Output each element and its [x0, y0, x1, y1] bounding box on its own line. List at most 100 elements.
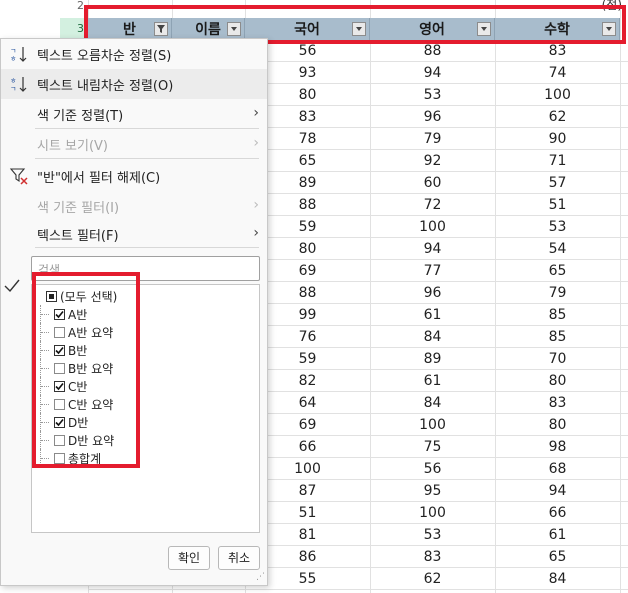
filter-list-item[interactable]: B반: [40, 341, 87, 359]
resize-grip-icon[interactable]: ⋰: [256, 572, 265, 582]
table-cell[interactable]: 85: [495, 304, 620, 326]
table-cell[interactable]: 98: [495, 436, 620, 458]
filter-list-item[interactable]: A반 요약: [40, 323, 113, 341]
menu-item[interactable]: 텍스트 필터(F) ›: [1, 219, 267, 249]
filter-list-label: (모두 선택): [60, 289, 118, 304]
table-cell[interactable]: 83: [370, 546, 495, 568]
table-cell[interactable]: 83: [495, 392, 620, 414]
table-cell[interactable]: 54: [495, 238, 620, 260]
table-cell[interactable]: 53: [495, 216, 620, 238]
table-cell[interactable]: 95: [370, 480, 495, 502]
cancel-button[interactable]: 취소: [218, 546, 260, 570]
menu-item: 색 기준 필터(I) ›: [1, 191, 267, 221]
checkbox-unchecked-icon[interactable]: [54, 362, 65, 374]
menu-item[interactable]: ㄱㅎ 텍스트 오름차순 정렬(S): [1, 39, 267, 69]
table-cell[interactable]: 80: [495, 370, 620, 392]
filter-list-item[interactable]: C반 요약: [40, 395, 113, 413]
checkbox-partial-icon[interactable]: [46, 290, 57, 302]
table-cell[interactable]: 88: [370, 40, 495, 62]
table-cell[interactable]: 66: [495, 502, 620, 524]
filter-list-item[interactable]: (모두 선택): [46, 287, 117, 305]
table-cell[interactable]: 84: [370, 326, 495, 348]
table-cell[interactable]: 79: [370, 128, 495, 150]
filter-dropdown-icon[interactable]: [477, 22, 491, 36]
table-cell[interactable]: 51: [495, 194, 620, 216]
filter-list-label: B반: [68, 343, 88, 358]
filter-list-item[interactable]: C반: [40, 377, 87, 395]
table-cell[interactable]: 80: [495, 414, 620, 436]
table-cell[interactable]: 57: [495, 172, 620, 194]
table-cell[interactable]: 94: [495, 480, 620, 502]
menu-item[interactable]: ㅎㄱ 텍스트 내림차순 정렬(O): [1, 69, 267, 99]
table-cell[interactable]: 65: [495, 546, 620, 568]
table-cell[interactable]: 100: [370, 414, 495, 436]
checkmark-icon: [4, 279, 20, 293]
checkbox-unchecked-icon[interactable]: [54, 434, 65, 446]
table-cell[interactable]: 96: [370, 282, 495, 304]
row-header-3[interactable]: 3: [60, 18, 88, 40]
filter-active-icon[interactable]: [154, 22, 168, 36]
checkbox-checked-icon[interactable]: [54, 380, 65, 392]
filter-dropdown-icon[interactable]: [602, 22, 616, 36]
table-cell[interactable]: 53: [370, 524, 495, 546]
search-input[interactable]: 검색: [31, 256, 260, 281]
table-cell[interactable]: 72: [370, 194, 495, 216]
table-cell[interactable]: 96: [370, 106, 495, 128]
checkbox-unchecked-icon[interactable]: [54, 452, 65, 464]
table-cell[interactable]: 100: [495, 84, 620, 106]
table-cell[interactable]: 61: [370, 304, 495, 326]
checkbox-checked-icon[interactable]: [54, 416, 65, 428]
table-cell[interactable]: 70: [495, 348, 620, 370]
table-cell[interactable]: 94: [370, 62, 495, 84]
table-cell[interactable]: 85: [495, 326, 620, 348]
table-cell[interactable]: 74: [495, 62, 620, 84]
table-cell[interactable]: 84: [495, 568, 620, 590]
table-cell[interactable]: 71: [495, 150, 620, 172]
checkbox-unchecked-icon[interactable]: [54, 326, 65, 338]
table-cell[interactable]: 79: [495, 282, 620, 304]
filter-list-label: C반 요약: [68, 397, 114, 412]
header-cell[interactable]: 영어: [370, 18, 495, 40]
table-cell[interactable]: 84: [370, 392, 495, 414]
filter-list-item[interactable]: D반: [40, 413, 88, 431]
chevron-right-icon: ›: [253, 197, 259, 213]
header-cell[interactable]: 이름: [172, 18, 245, 40]
table-cell[interactable]: 53: [370, 84, 495, 106]
filter-list-item[interactable]: 총합계: [40, 449, 101, 467]
table-cell[interactable]: 62: [370, 568, 495, 590]
table-cell[interactable]: 90: [495, 128, 620, 150]
table-cell[interactable]: 89: [370, 348, 495, 370]
table-cell[interactable]: 68: [495, 458, 620, 480]
table-cell[interactable]: 65: [495, 260, 620, 282]
menu-item[interactable]: "반"에서 필터 해제(C): [1, 161, 267, 191]
table-cell[interactable]: 100: [370, 502, 495, 524]
table-cell[interactable]: 83: [495, 40, 620, 62]
table-cell[interactable]: 62: [495, 106, 620, 128]
table-cell[interactable]: 60: [370, 172, 495, 194]
table-cell[interactable]: 94: [370, 238, 495, 260]
table-cell[interactable]: 92: [370, 150, 495, 172]
table-cell[interactable]: 61: [370, 370, 495, 392]
checkbox-checked-icon[interactable]: [54, 308, 65, 320]
filter-list-item[interactable]: D반 요약: [40, 431, 114, 449]
table-cell[interactable]: 77: [370, 260, 495, 282]
header-cell[interactable]: 국어: [245, 18, 370, 40]
filter-list-item[interactable]: A반: [40, 305, 87, 323]
table-cell[interactable]: 61: [495, 524, 620, 546]
header-cell[interactable]: 반: [88, 18, 172, 40]
autofilter-dropdown[interactable]: ㄱㅎ 텍스트 오름차순 정렬(S) ㅎㄱ 텍스트 내림차순 정렬(O) 색 기준 정렬(…: [0, 38, 268, 586]
filter-list-item[interactable]: B반 요약: [40, 359, 113, 377]
table-cell[interactable]: 75: [370, 436, 495, 458]
checkbox-unchecked-icon[interactable]: [54, 398, 65, 410]
header-cell[interactable]: 수학: [495, 18, 620, 40]
table-cell[interactable]: 100: [370, 216, 495, 238]
row-header-2[interactable]: 2: [60, 0, 88, 14]
filter-dropdown-icon[interactable]: [352, 22, 366, 36]
filter-value-list[interactable]: (모두 선택) A반 A반 요약 B반 B반 요약 C반 C반 요약 D반 D반 요약 총합계: [31, 284, 260, 533]
checkbox-checked-icon[interactable]: [54, 344, 65, 356]
svg-text:ㄱ: ㄱ: [10, 47, 16, 55]
table-cell[interactable]: 56: [370, 458, 495, 480]
filter-dropdown-icon[interactable]: [227, 22, 241, 36]
menu-item[interactable]: 색 기준 정렬(T) ›: [1, 99, 267, 129]
ok-button[interactable]: 확인: [168, 546, 210, 570]
